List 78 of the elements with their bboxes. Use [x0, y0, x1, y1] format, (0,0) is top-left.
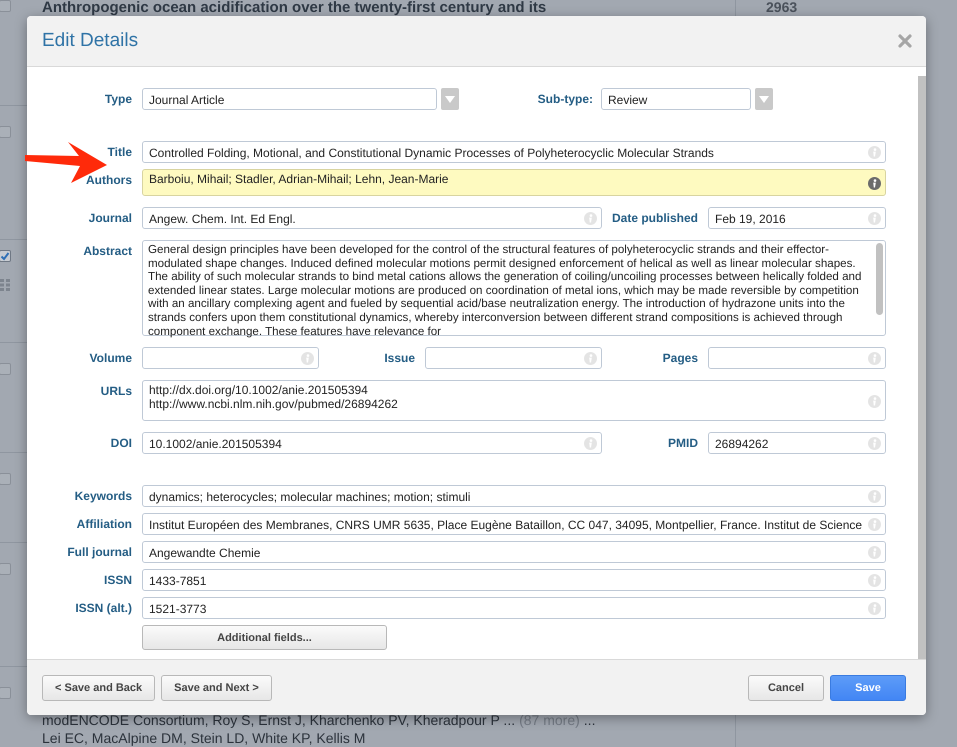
input-field[interactable]: Feb 19, 2016	[708, 207, 886, 229]
scrollbar[interactable]	[918, 76, 926, 659]
caret-icon	[445, 96, 455, 102]
citation-count: 2963	[766, 0, 798, 15]
type-select[interactable]: Journal Article	[142, 88, 437, 110]
field-label: Journal	[88, 210, 133, 225]
field-label: Issue	[383, 350, 416, 365]
input-field[interactable]: Barboiu, Mihail; Stadler, Adrian-Mihail; Lehn, Jean-Marie	[142, 169, 886, 196]
close-button[interactable]	[898, 34, 912, 48]
field-label: Full journal	[66, 544, 133, 559]
checkbox[interactable]	[0, 686, 11, 699]
caret-icon	[759, 96, 769, 102]
field-label: Sub-type:	[536, 91, 594, 106]
info-icon	[868, 212, 881, 225]
info-icon	[868, 437, 881, 450]
ellipsis: ...	[584, 710, 596, 729]
info-icon	[868, 518, 881, 531]
checkbox[interactable]	[0, 250, 11, 262]
field-label: Affiliation	[76, 516, 133, 531]
checkbox[interactable]	[0, 562, 11, 575]
field-label: PMID	[667, 435, 699, 450]
text-area[interactable]: http://dx.doi.org/10.1002/anie.201505394 http://www.ncbi.nlm.nih.gov/pubmed/26894262	[142, 380, 886, 421]
input-field[interactable]: 26894262	[708, 432, 886, 454]
info-icon	[868, 395, 881, 408]
input-field[interactable]: Angew. Chem. Int. Ed Engl.	[142, 207, 602, 229]
field-label: Date published	[610, 210, 699, 225]
info-icon	[584, 352, 597, 365]
field-label: ISSN (alt.)	[74, 600, 133, 615]
checkbox[interactable]	[0, 126, 11, 138]
input-field[interactable]	[708, 347, 886, 369]
nav-button[interactable]: Save and Next >	[161, 674, 272, 700]
field-label: Keywords	[74, 488, 133, 503]
author-list: modENCODE Consortium, Roy S, Ernst J, Kharchenko PV, Kheradpour P ...	[42, 710, 516, 729]
info-icon	[584, 212, 597, 225]
info-icon	[868, 574, 881, 587]
text-area[interactable]: General design principles have been developed for the control of the structural features of polyheterocyclic strands and their effector-modulated shape changes. Induced defined molecular motions permit designed enforcement of helical as well as linear molecular shapes. The ability of such molecular strands to bind metal cations allows the generation of coiling/uncoiling processes between helically folded and extended linear states. Large molecular motions are produced on coordination of metal ions, which may be made reversible by competition with an ancillary complexing agent and fueled by sequential acid/base neutralization energy. The introduction of hydrazone units into the strands confers upon them constitutional dynamics, whereby interconversion between different strand compositions is achieved through component exchange. These features have relevance for	[142, 240, 886, 336]
input-field[interactable]: Institut Européen des Membranes, CNRS UMR 5635, Place Eugène Bataillon, CC 047, 34095, Montpellier, France. Institut de Science	[142, 513, 886, 535]
input-field[interactable]	[425, 347, 602, 369]
field-label: Type	[104, 91, 133, 106]
author-list: Lei EC, MacAlpine DM, Stein LD, White KP, Kellis M	[42, 728, 596, 747]
field-label: ISSN	[102, 572, 133, 587]
subtype-select[interactable]: Review	[601, 88, 751, 110]
field-label: Pages	[662, 350, 699, 365]
info-icon	[868, 602, 881, 615]
dialog-title: Edit Details	[42, 30, 138, 52]
field-label: Volume	[88, 350, 133, 365]
input-field[interactable]: Angewandte Chemie	[142, 541, 886, 563]
cancel-button[interactable]: Cancel	[748, 674, 824, 700]
dots-grid-icon	[0, 278, 10, 291]
field-label: DOI	[110, 435, 133, 450]
info-icon	[868, 177, 881, 190]
input-field[interactable]	[142, 347, 319, 369]
field-label: Title	[106, 144, 133, 159]
info-icon	[868, 490, 881, 503]
info-icon	[584, 437, 597, 450]
close-icon	[898, 34, 912, 48]
input-field[interactable]: 10.1002/anie.201505394	[142, 432, 602, 454]
dropdown-button[interactable]	[755, 88, 773, 110]
info-icon	[868, 546, 881, 559]
input-field[interactable]: 1521-3773	[142, 597, 886, 619]
input-field[interactable]: dynamics; heterocycles; molecular machines; motion; stimuli	[142, 485, 886, 507]
checkmark-icon	[0, 250, 10, 261]
field-label: Authors	[85, 172, 133, 187]
checkbox[interactable]	[0, 472, 11, 485]
scrollbar[interactable]	[876, 243, 883, 315]
field-label: Abstract	[82, 243, 133, 258]
result-title[interactable]: Anthropogenic ocean acidification over the twenty-first century and its	[42, 0, 546, 16]
input-field[interactable]: Controlled Folding, Motional, and Constitutional Dynamic Processes of Polyheterocyclic Molecular Strands	[142, 141, 886, 163]
info-icon	[868, 352, 881, 365]
info-icon	[868, 146, 881, 159]
checkbox[interactable]	[0, 363, 11, 376]
field-label: URLs	[100, 383, 133, 398]
info-icon	[301, 352, 314, 365]
additional-fields-button[interactable]: Additional fields...	[142, 625, 387, 650]
input-field[interactable]: 1433-7851	[142, 569, 886, 591]
checkbox[interactable]	[0, 0, 11, 12]
nav-button[interactable]: < Save and Back	[42, 674, 156, 700]
dropdown-button[interactable]	[441, 88, 459, 110]
